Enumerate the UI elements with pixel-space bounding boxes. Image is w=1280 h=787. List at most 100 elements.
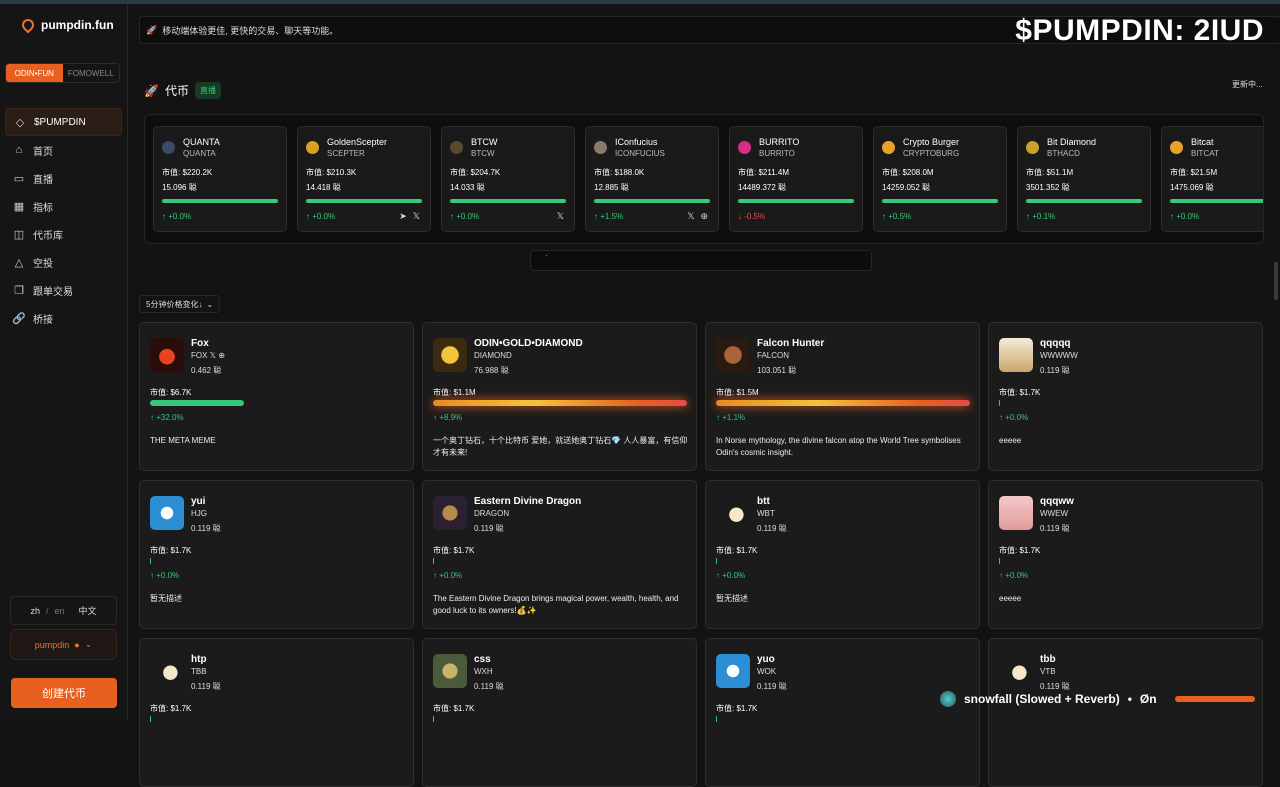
token-card[interactable]: Eastern Divine Dragon DRAGON 0.119 聪市值: $1… <box>422 480 697 629</box>
scrollbar[interactable] <box>1274 262 1278 300</box>
token-card[interactable]: htp TBB 0.119 聪市值: $1.7K <box>139 638 414 787</box>
ticker-card[interactable]: BTCW BTCW 市值: $204.7K 14.033 聪 ↑ +0.0% 𝕏 <box>441 126 575 232</box>
live-badge: 直播 <box>194 82 221 99</box>
token-card[interactable]: ODIN•GOLD•DIAMOND DIAMOND 76.988 聪市值: $1.1… <box>422 322 697 471</box>
token-card[interactable]: qqqqq WWWWW 0.119 聪市值: $1.7K ↑ +0.0% eeeee <box>988 322 1263 471</box>
token-change: ↑ +0.0% <box>999 413 1029 422</box>
x-icon[interactable]: 𝕏 <box>687 211 694 222</box>
ticker-card[interactable]: BURRITO BURRITO 市值: $211.4M 14489.372 聪 ↓ -0… <box>729 126 863 232</box>
token-price: 0.119 聪 <box>191 682 221 691</box>
ticker-progress <box>450 199 566 203</box>
diamond-avatar <box>433 338 467 372</box>
token-card[interactable]: btt WBT 0.119 聪市值: $1.7K ↑ +0.0% 暂无描述 <box>705 480 980 629</box>
token-card[interactable]: yuo WOK 0.119 聪市值: $1.7K <box>705 638 980 787</box>
token-symbol: VTB <box>1040 667 1056 676</box>
scale-avatar <box>999 338 1033 372</box>
sidebar-item-0[interactable]: ◇ $PUMPDIN <box>5 108 122 136</box>
ticker-progress <box>162 199 278 203</box>
bonding-progress-bar <box>716 400 970 406</box>
ticker-name: GoldenScepter <box>327 137 388 147</box>
sort-dropdown[interactable]: 5分钟价格变化↓ ⌄ <box>139 295 221 313</box>
token-card[interactable]: Fox FOX 𝕏 ⊕ 0.462 聪市值: $6.7K ↑ +32.0% THE ME… <box>139 322 414 471</box>
ticker-card[interactable]: GoldenScepter SCEPTER 市值: $210.3K 14.418 聪 ↑… <box>297 126 431 232</box>
token-symbol: WBT <box>757 509 775 518</box>
token-mcap: 市值: $1.1M <box>433 388 476 397</box>
ticker-card[interactable]: Crypto Burger CRYPTOBURG 市值: $208.0M 14259.… <box>873 126 1007 232</box>
token-card[interactable]: yui HJG 0.119 聪市值: $1.7K ↑ +0.0% 暂无描述 <box>139 480 414 629</box>
globe-icon[interactable]: ⊕ <box>700 211 708 222</box>
sidebar: pumpdin.fun ODIN•FUN FOMOWELL ◇ $PUMPDIN ⌂… <box>0 4 128 720</box>
sidebar-item-2[interactable]: ▭ 直播 <box>5 164 122 192</box>
sidebar-item-5[interactable]: △ 空投 <box>5 248 122 276</box>
token-symbol: HJG <box>191 509 207 518</box>
tab-odin-fun[interactable]: ODIN•FUN <box>6 64 63 82</box>
lang-en[interactable]: en <box>55 606 65 616</box>
ticker-symbol: BTCW <box>471 149 495 158</box>
token-description: In Norse mythology, the divine falcon at… <box>716 436 961 457</box>
x-icon[interactable]: 𝕏 <box>413 211 420 222</box>
sidebar-item-label: 代币库 <box>33 230 63 242</box>
token-avatar <box>1026 141 1039 154</box>
update-status: 更新中... <box>1232 80 1263 89</box>
vault-icon: ◫ <box>13 228 25 241</box>
bonding-progress-bar <box>433 558 434 564</box>
track-progress[interactable] <box>1174 696 1255 702</box>
token-mcap: 市值: $1.7K <box>150 704 192 713</box>
ticker-mcap: 市值: $208.0M <box>882 168 934 177</box>
tokens-section-header: 🚀 代币 直播 <box>144 82 221 99</box>
track-separator: • <box>1127 692 1132 706</box>
tab-fomowell[interactable]: FOMOWELL <box>63 64 120 82</box>
ticker-card[interactable]: IConfucius ICONFUCIUS 市值: $188.0K 12.885 聪 ↑… <box>585 126 719 232</box>
token-name: Eastern Divine Dragon <box>474 496 582 507</box>
doraemon-avatar <box>150 496 184 530</box>
strip-pager[interactable]: · <box>530 250 872 271</box>
ticker-change: ↑ +0.1% <box>1026 212 1056 221</box>
language-switcher[interactable]: zh / en 中文 <box>10 596 117 625</box>
token-symbol: FOX 𝕏 ⊕ <box>191 351 226 360</box>
sidebar-item-7[interactable]: 🔗 桥接 <box>5 304 122 332</box>
lang-current: 中文 <box>78 606 97 616</box>
ticker-progress <box>1170 199 1263 203</box>
token-symbol: WWWWW <box>1040 351 1078 360</box>
token-card[interactable]: css WXH 0.119 聪市值: $1.7K <box>422 638 697 787</box>
token-description: 暂无描述 <box>150 594 182 603</box>
coin100-avatar <box>716 496 750 530</box>
token-card[interactable]: qqqww WWEW 0.119 聪市值: $1.7K ↑ +0.0% eeeee <box>988 480 1263 629</box>
ticker-name: QUANTA <box>183 137 220 147</box>
ticker-card[interactable]: Bit Diamond BTHACD 市值: $51.1M 3501.352 聪 ↑ +… <box>1017 126 1151 232</box>
telegram-icon[interactable]: ➤ <box>399 211 407 222</box>
music-player[interactable]: snowfall (Slowed + Reverb) • Øn <box>940 684 1280 714</box>
sidebar-item-1[interactable]: ⌂ 首页 <box>5 136 122 164</box>
sidebar-item-4[interactable]: ◫ 代币库 <box>5 220 122 248</box>
ticker-symbol: QUANTA <box>183 149 216 158</box>
bonding-progress-bar <box>150 558 151 564</box>
ticker-overlay-text: $PUMPDIN: 2IUD <box>1015 14 1264 47</box>
token-name: qqqqq <box>1040 338 1071 349</box>
flame-icon: ● <box>74 639 80 650</box>
token-change: ↑ +0.0% <box>150 571 180 580</box>
token-price: 0.119 聪 <box>757 524 787 533</box>
token-name: Falcon Hunter <box>757 338 825 349</box>
ticker-name: IConfucius <box>615 137 658 147</box>
link-icon: 🔗 <box>12 312 26 325</box>
sidebar-nav: ◇ $PUMPDIN ⌂ 首页 ▭ 直播 ▦ 指标 ◫ 代币库 △ 空投 ❐ 跟单交易 🔗 桥接 <box>5 108 122 332</box>
ticker-card[interactable]: QUANTA QUANTA 市值: $220.2K 15.096 聪 ↑ +0.0% <box>153 126 287 232</box>
token-description: eeeee <box>999 436 1022 445</box>
token-name: btt <box>757 496 770 507</box>
user-menu-button[interactable]: pumpdin ● ⌄ <box>10 629 117 660</box>
app-logo[interactable]: pumpdin.fun <box>19 16 114 34</box>
create-token-button[interactable]: 创建代币 <box>11 678 117 708</box>
ticker-card[interactable]: Bitcat BITCAT 市值: $21.5M 1475.069 聪 ↑ +0.0% <box>1161 126 1263 232</box>
token-description: The Eastern Divine Dragon brings magical… <box>433 594 679 615</box>
token-avatar <box>882 141 895 154</box>
sidebar-item-3[interactable]: ▦ 指标 <box>5 192 122 220</box>
token-card[interactable]: Falcon Hunter FALCON 103.051 聪市值: $1.5M ↑ +… <box>705 322 980 471</box>
token-mcap: 市值: $1.7K <box>716 704 758 713</box>
token-description: THE META MEME <box>150 436 216 445</box>
lang-zh[interactable]: zh <box>30 606 40 616</box>
sidebar-item-6[interactable]: ❐ 跟单交易 <box>5 276 122 304</box>
x-icon[interactable]: 𝕏 <box>557 211 564 222</box>
ticker-symbol: BITCAT <box>1191 149 1219 158</box>
ticker-mcap: 市值: $188.0K <box>594 168 645 177</box>
token-name: yuo <box>757 654 775 665</box>
